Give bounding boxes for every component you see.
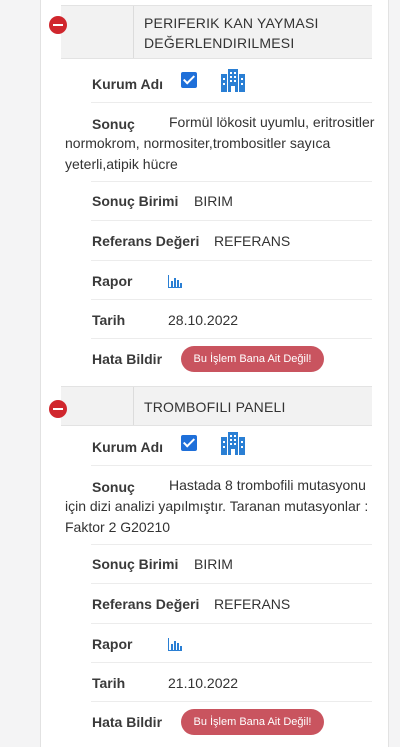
sonuc-label: Sonuç: [92, 479, 135, 495]
header-divider: [133, 6, 134, 58]
row-divider: [91, 465, 372, 466]
test-title: TROMBOFILI PANELI: [144, 399, 286, 415]
sonuc-block: Sonuç Formül lökosit uyumlu, eritrositle…: [65, 112, 375, 175]
hata-label: Hata Bildir: [92, 351, 163, 367]
row-divider: [91, 701, 372, 702]
kurum-checkbox[interactable]: [181, 435, 197, 451]
not-mine-button[interactable]: Bu İşlem Bana Ait Değil!: [181, 709, 324, 735]
row-divider: [91, 102, 372, 103]
tarih-value: 28.10.2022: [168, 312, 239, 328]
header-divider: [133, 387, 134, 425]
birim-value: BIRIM: [194, 193, 233, 209]
test-title-line2: DEĞERLENDIRILMESI: [144, 35, 295, 51]
row-divider: [91, 181, 372, 182]
kurum-label: Kurum Adı: [92, 439, 164, 455]
hata-label: Hata Bildir: [92, 714, 163, 730]
row-divider: [91, 662, 372, 663]
test-header: PERIFERIK KAN YAYMASI DEĞERLENDIRILMESI: [49, 5, 372, 59]
kurum-label: Kurum Adı: [92, 76, 164, 92]
tarih-label: Tarih: [92, 675, 126, 691]
remove-icon[interactable]: [49, 16, 67, 34]
building-icon[interactable]: [220, 431, 246, 455]
row-divider: [91, 220, 372, 221]
referans-label: Referans Değeri: [92, 233, 200, 249]
sonuc-label: Sonuç: [92, 116, 135, 132]
referans-value: REFERANS: [214, 233, 291, 249]
remove-icon[interactable]: [49, 400, 67, 418]
rapor-label: Rapor: [92, 273, 133, 289]
result-card-periferik: PERIFERIK KAN YAYMASI DEĞERLENDIRILMESI …: [40, 0, 389, 383]
kurum-checkbox[interactable]: [181, 72, 197, 88]
birim-label: Sonuç Birimi: [92, 193, 179, 209]
row-divider: [91, 299, 372, 300]
tarih-label: Tarih: [92, 312, 126, 328]
referans-value: REFERANS: [214, 596, 291, 612]
row-divider: [91, 338, 372, 339]
test-header: TROMBOFILI PANELI: [49, 386, 372, 426]
result-card-trombofili: TROMBOFILI PANELI Kurum Adı Sonuç Hastad…: [40, 383, 389, 747]
rapor-label: Rapor: [92, 636, 133, 652]
referans-label: Referans Değeri: [92, 596, 200, 612]
birim-value: BIRIM: [194, 556, 233, 572]
bar-chart-icon[interactable]: [168, 638, 182, 651]
row-divider: [91, 260, 372, 261]
birim-label: Sonuç Birimi: [92, 556, 179, 572]
sonuc-block: Sonuç Hastada 8 trombofili mutasyonu içi…: [65, 475, 375, 538]
test-title-line1: PERIFERIK KAN YAYMASI: [144, 15, 319, 31]
row-divider: [91, 583, 372, 584]
tarih-value: 21.10.2022: [168, 675, 239, 691]
row-divider: [91, 544, 372, 545]
row-divider: [91, 623, 372, 624]
bar-chart-icon[interactable]: [168, 275, 182, 288]
building-icon[interactable]: [220, 68, 246, 92]
not-mine-button[interactable]: Bu İşlem Bana Ait Değil!: [181, 346, 324, 372]
